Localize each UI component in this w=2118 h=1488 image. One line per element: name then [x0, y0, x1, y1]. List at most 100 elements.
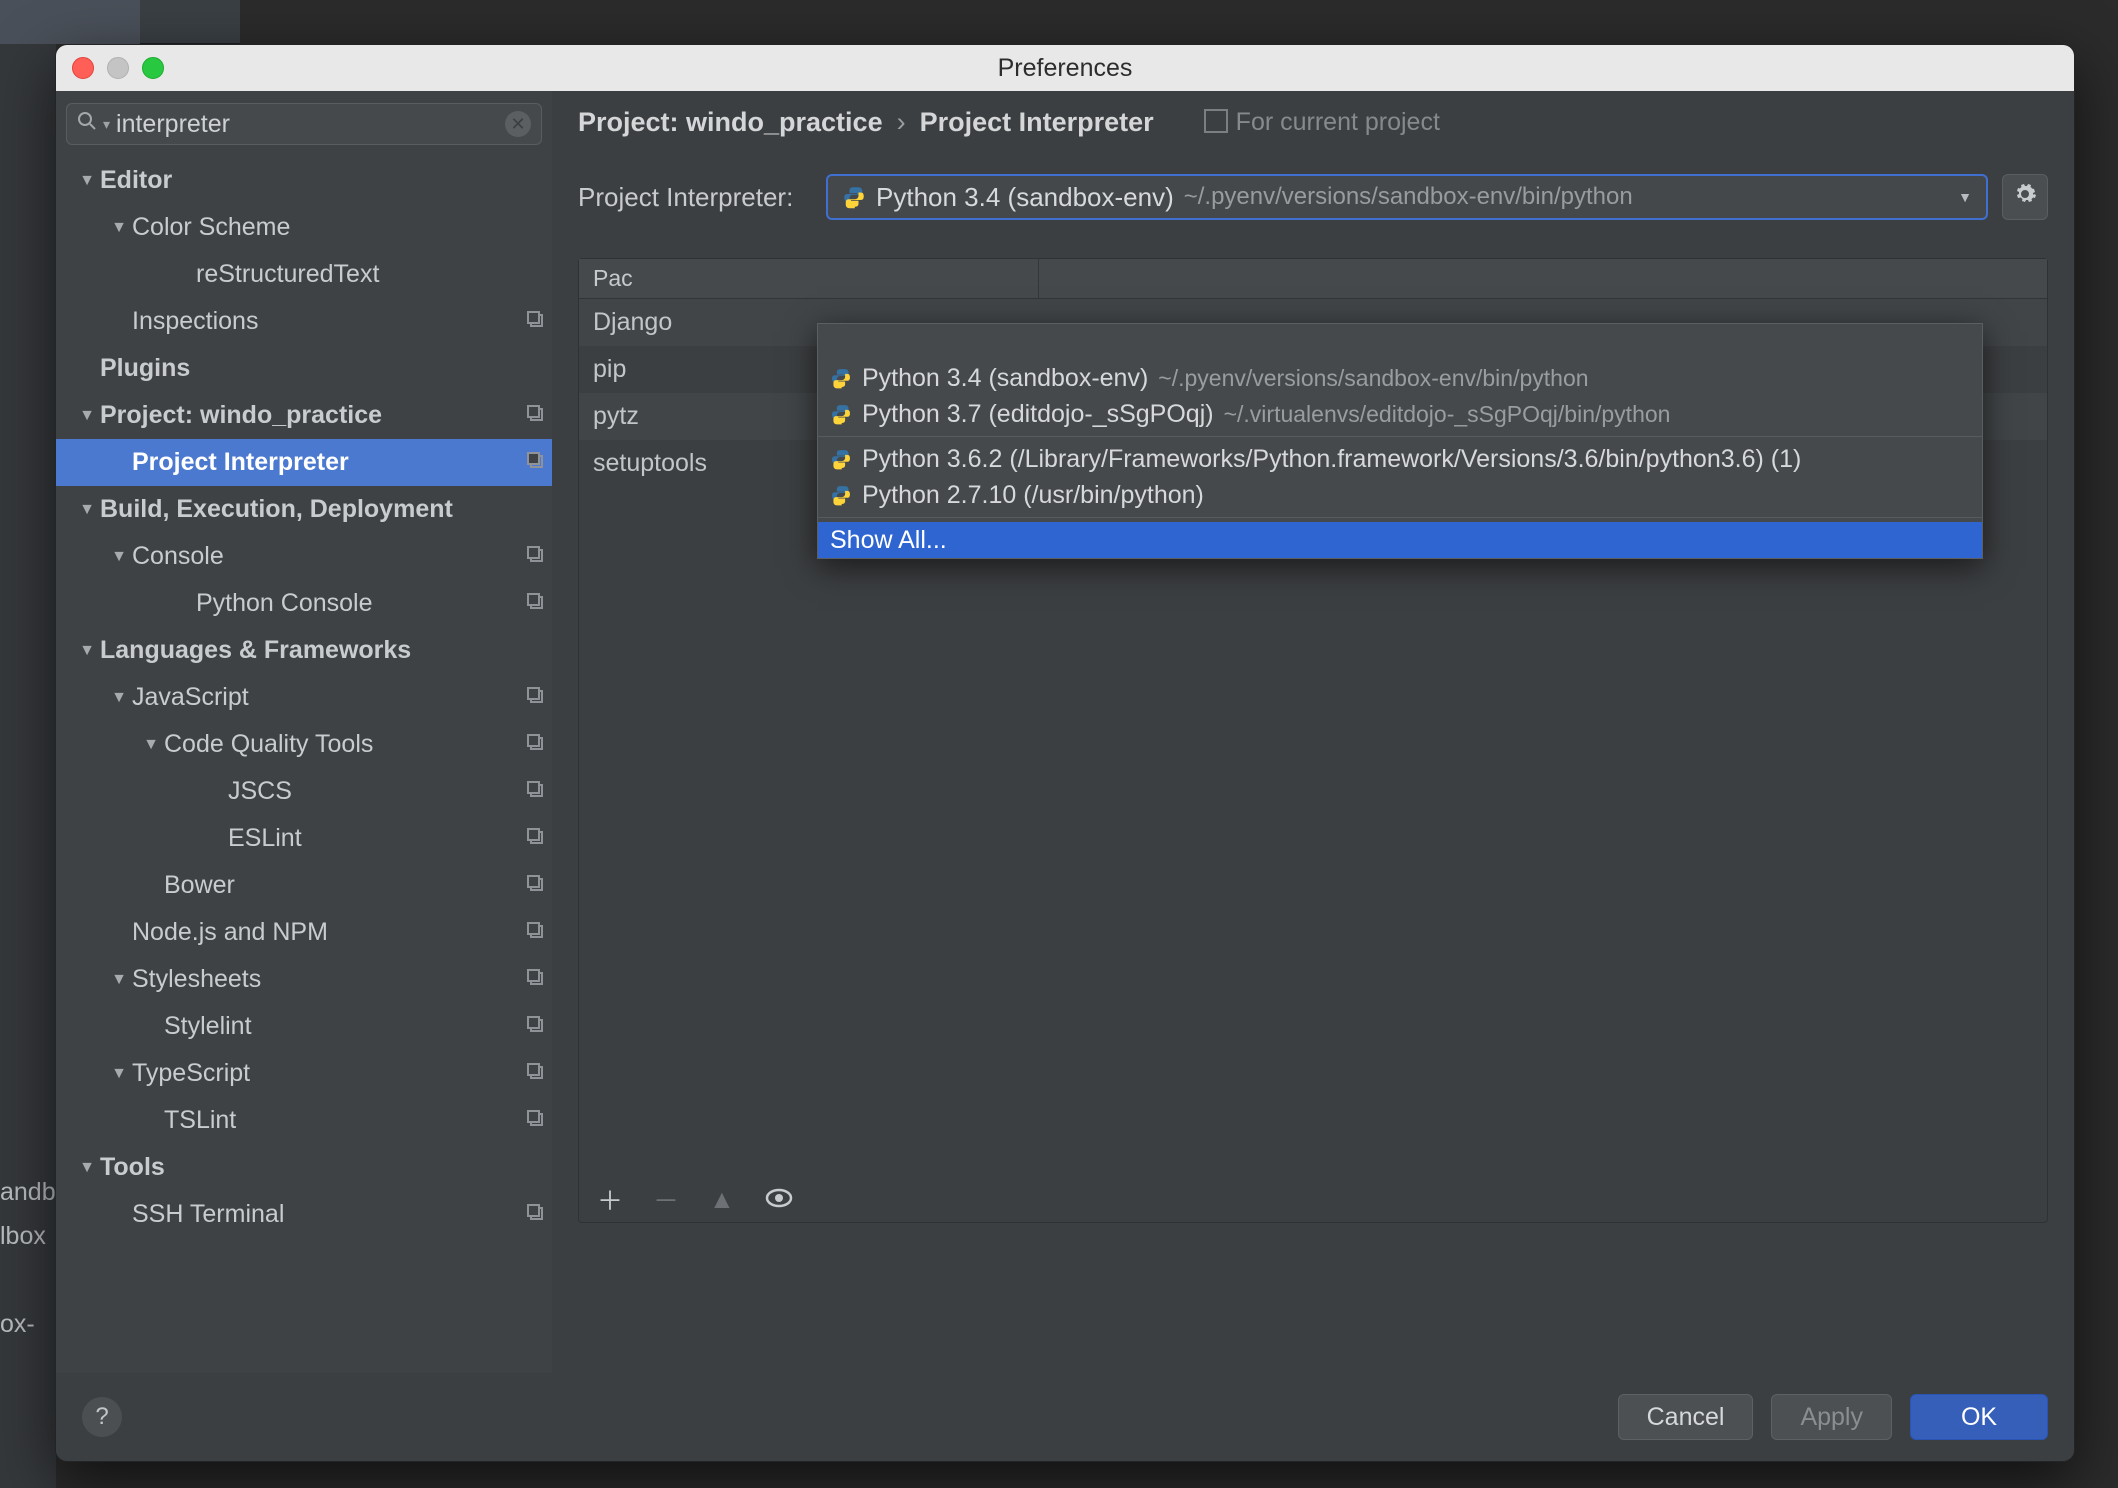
remove-package-button[interactable]: － — [653, 1181, 679, 1218]
upgrade-package-button[interactable]: ▲ — [709, 1184, 735, 1215]
tree-item[interactable]: ▼JSCS — [56, 768, 552, 815]
tree-item-label: Color Scheme — [132, 213, 544, 242]
settings-search[interactable]: ▾ ✕ — [66, 103, 542, 145]
apply-button[interactable]: Apply — [1771, 1394, 1892, 1440]
tree-item-label: TypeScript — [132, 1059, 520, 1088]
close-window-button[interactable] — [72, 57, 94, 79]
project-scope-icon — [526, 1015, 544, 1039]
tree-item[interactable]: ▼Project Interpreter — [56, 439, 552, 486]
tree-item[interactable]: ▼Stylelint — [56, 1003, 552, 1050]
tree-item-label: Node.js and NPM — [132, 918, 520, 947]
tree-item[interactable]: ▼SSH Terminal — [56, 1191, 552, 1238]
settings-sidebar: ▾ ✕ ▼Editor▼Color Scheme▼reStructuredTex… — [56, 91, 552, 1373]
project-scope-icon — [526, 404, 544, 428]
interpreter-selected: Python 3.4 (sandbox-env) — [876, 182, 1174, 213]
window-title: Preferences — [56, 54, 2074, 83]
tree-item[interactable]: ▼Python Console — [56, 580, 552, 627]
tree-item-label: Inspections — [132, 307, 520, 336]
gear-icon — [2013, 182, 2037, 213]
tree-item-label: Stylelint — [164, 1012, 520, 1041]
tree-item[interactable]: ▼Code Quality Tools — [56, 721, 552, 768]
tree-item[interactable]: ▼reStructuredText — [56, 251, 552, 298]
tree-item[interactable]: ▼Languages & Frameworks — [56, 627, 552, 674]
table-toolbar: ＋ － ▲ — [579, 1176, 811, 1222]
python-icon — [842, 185, 866, 209]
tree-item[interactable]: ▼Project: windo_practice — [56, 392, 552, 439]
dropdown-item-label: Python 3.7 (editdojo-_sSgPOqj) — [862, 400, 1214, 429]
tree-item[interactable]: ▼Plugins — [56, 345, 552, 392]
expand-icon: ▼ — [78, 407, 96, 425]
expand-icon: ▼ — [110, 971, 128, 989]
dropdown-separator — [818, 436, 1982, 437]
tree-item[interactable]: ▼JavaScript — [56, 674, 552, 721]
dropdown-item-path: ~/.pyenv/versions/sandbox-env/bin/python — [1158, 365, 1588, 392]
tree-item[interactable]: ▼Color Scheme — [56, 204, 552, 251]
for-current-project-hint: For current project — [1208, 108, 1440, 137]
project-scope-icon — [526, 686, 544, 710]
settings-tree: ▼Editor▼Color Scheme▼reStructuredText▼In… — [56, 157, 552, 1373]
breadcrumb-project: Project: windo_practice — [578, 107, 883, 138]
minimize-window-button[interactable] — [107, 57, 129, 79]
tree-item-label: Plugins — [100, 354, 544, 383]
project-scope-icon — [526, 592, 544, 616]
expand-icon: ▼ — [110, 548, 128, 566]
add-package-button[interactable]: ＋ — [597, 1181, 623, 1218]
tree-item-label: Languages & Frameworks — [100, 636, 544, 665]
tree-item[interactable]: ▼TSLint — [56, 1097, 552, 1144]
help-button[interactable]: ? — [82, 1397, 122, 1437]
python-icon — [830, 448, 852, 470]
ok-button[interactable]: OK — [1910, 1394, 2048, 1440]
dropdown-item[interactable]: Show All... — [818, 522, 1982, 558]
tree-item-label: Stylesheets — [132, 965, 520, 994]
project-scope-icon — [526, 780, 544, 804]
tree-item[interactable]: ▼TypeScript — [56, 1050, 552, 1097]
dropdown-item[interactable]: Python 2.7.10 (/usr/bin/python) — [818, 477, 1982, 513]
interpreter-dropdown: Python 3.4 (sandbox-env) ~/.pyenv/version… — [817, 323, 1983, 559]
tree-item[interactable]: ▼Editor — [56, 157, 552, 204]
tree-item-label: Code Quality Tools — [164, 730, 520, 759]
project-scope-icon — [526, 968, 544, 992]
zoom-window-button[interactable] — [142, 57, 164, 79]
project-scope-icon — [526, 310, 544, 334]
tree-item[interactable]: ▼Node.js and NPM — [56, 909, 552, 956]
interpreter-label: Project Interpreter: — [578, 182, 812, 213]
tree-item[interactable]: ▼Build, Execution, Deployment — [56, 486, 552, 533]
tree-item-label: Editor — [100, 166, 544, 195]
interpreter-gear-button[interactable] — [2002, 174, 2048, 220]
tree-item-label: Build, Execution, Deployment — [100, 495, 544, 524]
tree-item[interactable]: ▼Console — [56, 533, 552, 580]
show-early-releases-button[interactable] — [765, 1184, 793, 1215]
search-dropdown-icon[interactable]: ▾ — [103, 116, 110, 133]
tree-item-label: Console — [132, 542, 520, 571]
settings-main-panel: Project: windo_practice › Project Interp… — [552, 91, 2074, 1373]
tree-item-label: TSLint — [164, 1106, 520, 1135]
project-scope-icon — [526, 451, 544, 475]
project-scope-icon — [526, 874, 544, 898]
expand-icon: ▼ — [142, 736, 160, 754]
project-scope-icon — [1208, 113, 1228, 133]
expand-icon: ▼ — [110, 219, 128, 237]
dropdown-item[interactable]: Python 3.4 (sandbox-env) ~/.pyenv/version… — [818, 360, 1982, 396]
col-package[interactable]: Pac — [579, 259, 1039, 298]
dropdown-item-path: ~/.virtualenvs/editdojo-_sSgPOqj/bin/pyt… — [1224, 401, 1671, 428]
tree-item[interactable]: ▼Inspections — [56, 298, 552, 345]
project-scope-icon — [526, 827, 544, 851]
dropdown-item[interactable]: Python 3.6.2 (/Library/Frameworks/Python… — [818, 441, 1982, 477]
interpreter-combo[interactable]: Python 3.4 (sandbox-env) ~/.pyenv/versio… — [826, 174, 1988, 220]
tree-item[interactable]: ▼Bower — [56, 862, 552, 909]
tree-item[interactable]: ▼Stylesheets — [56, 956, 552, 1003]
tree-item-label: Bower — [164, 871, 520, 900]
dropdown-item[interactable] — [818, 324, 1982, 360]
cancel-button[interactable]: Cancel — [1618, 1394, 1754, 1440]
tree-item-label: Python Console — [196, 589, 520, 618]
expand-icon: ▼ — [110, 689, 128, 707]
tree-item[interactable]: ▼Tools — [56, 1144, 552, 1191]
clear-search-icon[interactable]: ✕ — [505, 111, 531, 137]
tree-item[interactable]: ▼ESLint — [56, 815, 552, 862]
dropdown-item-label: Python 3.4 (sandbox-env) — [862, 364, 1148, 393]
project-scope-icon — [526, 1062, 544, 1086]
tree-item-label: Project Interpreter — [132, 448, 520, 477]
dropdown-item[interactable]: Python 3.7 (editdojo-_sSgPOqj) ~/.virtual… — [818, 396, 1982, 432]
search-input[interactable] — [116, 110, 499, 139]
project-scope-icon — [526, 1203, 544, 1227]
